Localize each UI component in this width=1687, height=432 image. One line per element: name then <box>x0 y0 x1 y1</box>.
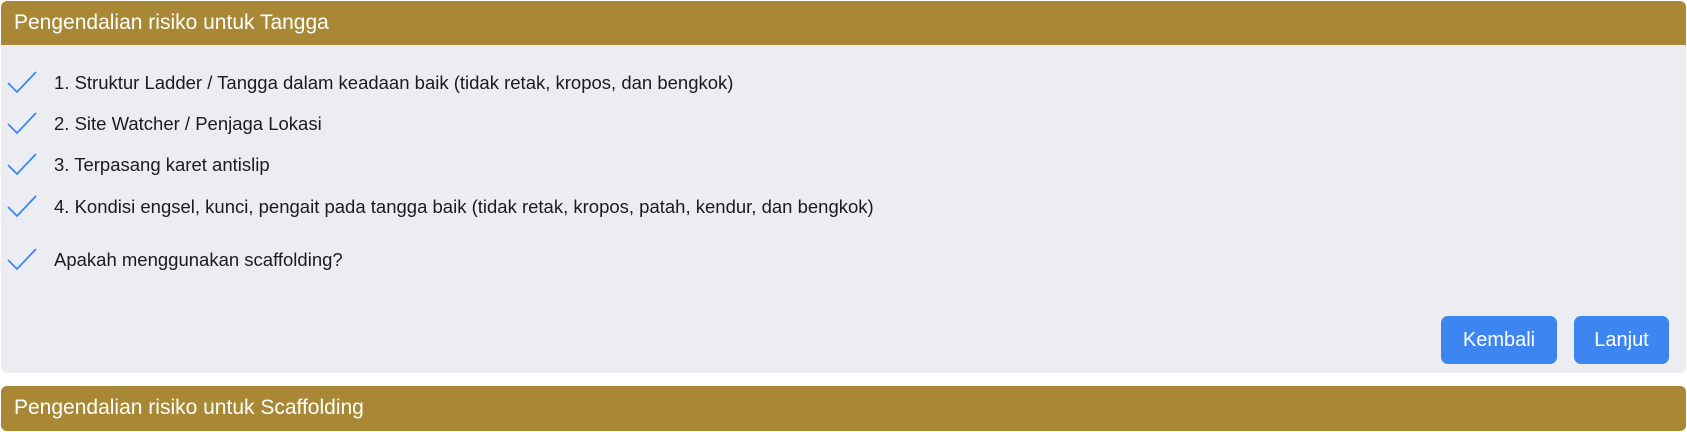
checklist-label: 2. Site Watcher / Penjaga Lokasi <box>54 113 322 134</box>
next-button[interactable]: Lanjut <box>1574 316 1669 364</box>
checkmark-icon[interactable] <box>7 69 37 95</box>
checklist-label: 3. Terpasang karet antislip <box>54 154 270 175</box>
scaffolding-risk-panel: Pengendalian risiko untuk Scaffolding <box>1 386 1686 431</box>
checklist-label: 1. Struktur Ladder / Tangga dalam keadaa… <box>54 72 734 93</box>
panel-title-scaffolding[interactable]: Pengendalian risiko untuk Scaffolding <box>1 386 1686 430</box>
question-label: Apakah menggunakan scaffolding? <box>54 249 343 270</box>
tangga-risk-panel: Pengendalian risiko untuk Tangga 1. Stru… <box>1 1 1686 373</box>
checkmark-icon[interactable] <box>7 246 37 272</box>
panel-title-tangga[interactable]: Pengendalian risiko untuk Tangga <box>1 1 1686 45</box>
checkmark-icon[interactable] <box>7 151 37 177</box>
checklist-label: 4. Kondisi engsel, kunci, pengait pada t… <box>54 196 874 217</box>
checkmark-icon[interactable] <box>7 193 37 219</box>
checkmark-icon[interactable] <box>7 110 37 136</box>
back-button[interactable]: Kembali <box>1441 316 1557 364</box>
